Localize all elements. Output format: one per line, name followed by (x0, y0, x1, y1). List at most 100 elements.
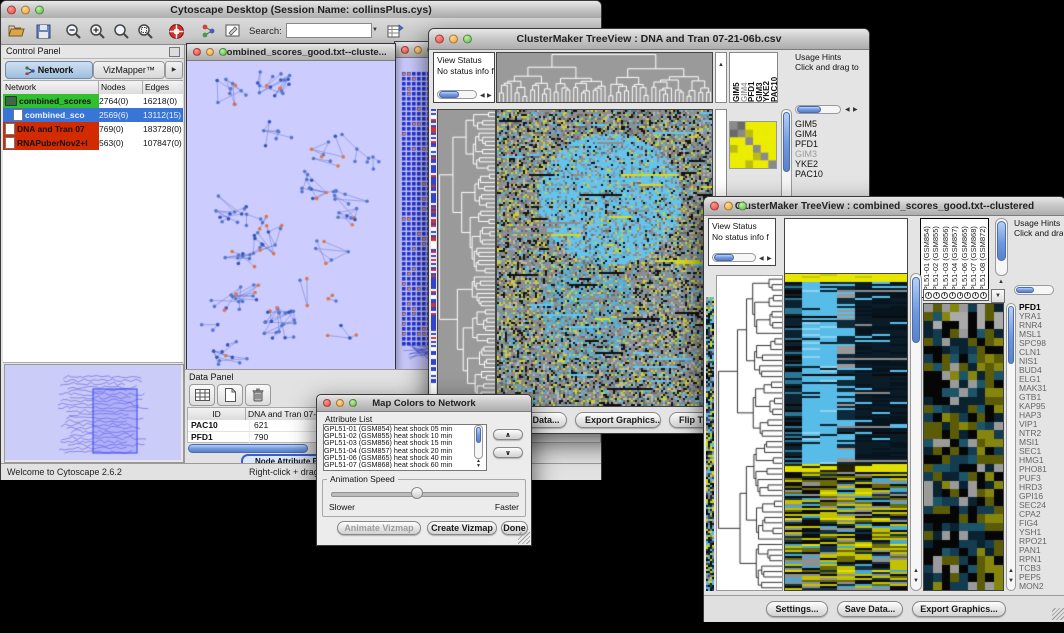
tv2-gene-item[interactable]: GPI16 (1019, 492, 1063, 501)
attribute-list-item[interactable]: GPL51-04 (GSM857) heat shock 20 min (324, 447, 486, 454)
tv2-gene-item[interactable]: YSH1 (1019, 528, 1063, 537)
tv2-gene-item[interactable]: NIS1 (1019, 357, 1063, 366)
tv2-gene-item[interactable]: PEP5 (1019, 573, 1063, 582)
tv2-gene-item[interactable]: ELG1 (1019, 375, 1063, 384)
tv2-status-scrollbar[interactable] (712, 253, 756, 262)
close-button[interactable] (193, 48, 201, 56)
tv2-gene-item[interactable]: RPO21 (1019, 537, 1063, 546)
tv2-heatmap[interactable] (784, 273, 908, 591)
close-button[interactable] (7, 5, 16, 14)
animate-vizmap-button[interactable]: Animate Vizmap (337, 521, 421, 535)
open-file-icon[interactable] (5, 21, 29, 41)
tv2-gene-item[interactable]: HMG1 (1019, 456, 1063, 465)
scroll-right-icon[interactable]: ▶ (767, 256, 772, 262)
help-lifesaver-icon[interactable] (164, 21, 188, 41)
tab-vizmapper[interactable]: VizMapper™ (93, 61, 165, 79)
network-table-row[interactable]: RNAPuberNov2+I563(0)107847(0) (3, 136, 183, 150)
data-panel-hscrollbar[interactable] (188, 444, 318, 453)
tv1-selected-submatrix[interactable] (729, 121, 777, 169)
tv2-gene-item[interactable]: FIG4 (1019, 519, 1063, 528)
column-dial-icon[interactable] (964, 292, 971, 299)
tv2-gene-scrollbar[interactable]: ▲ ▼ (1006, 303, 1016, 591)
move-up-button[interactable]: ∧ (493, 429, 523, 440)
tv2-gene-item[interactable]: GTB1 (1019, 393, 1063, 402)
tv2-zoom-heatmap[interactable] (923, 303, 1004, 591)
tv2-gene-item[interactable]: SEC24 (1019, 501, 1063, 510)
tv2-gene-item[interactable]: PFD1 (1019, 303, 1063, 312)
attribute-list[interactable]: GPL51-01 (GSM854) heat shock 05 minGPL51… (323, 424, 487, 471)
close-button[interactable] (323, 399, 331, 407)
attribute-list-item[interactable]: GPL51-07 (GSM868) heat shock 60 min (324, 461, 486, 468)
minimize-button[interactable] (336, 399, 344, 407)
scroll-up-icon[interactable]: ▲ (998, 279, 1004, 285)
tv2-gene-item[interactable]: RPN1 (1019, 555, 1063, 564)
tv1-gene-item[interactable]: PFD1 (795, 139, 865, 149)
close-button[interactable] (401, 46, 409, 54)
tv2-button-settings[interactable]: Settings... (766, 601, 828, 617)
network-overview[interactable] (4, 364, 184, 463)
tab-overflow-icon[interactable]: ▶ (165, 61, 183, 79)
zoom-button[interactable] (35, 5, 44, 14)
minimize-button[interactable] (449, 35, 458, 44)
tv2-gene-item[interactable]: TCB3 (1019, 564, 1063, 573)
tv1-gene-item[interactable]: GIM5 (795, 119, 865, 129)
tv2-column-dials[interactable] (923, 289, 989, 301)
close-button[interactable] (710, 202, 719, 211)
tv2-gene-item[interactable]: PAN1 (1019, 546, 1063, 555)
attribute-list-item[interactable]: GPL51-06 (GSM865) heat shock 40 min (324, 454, 486, 461)
zoom-in-icon[interactable] (85, 21, 109, 41)
treeview1-titlebar[interactable]: ClusterMaker TreeView : DNA and Tran 07-… (429, 29, 869, 50)
resize-grip[interactable] (1052, 608, 1064, 620)
tv1-gene-item[interactable]: PAC10 (795, 169, 865, 179)
zoom-button[interactable] (219, 48, 227, 56)
import-table-icon[interactable] (383, 21, 407, 41)
tv2-gene-item[interactable]: SPC98 (1019, 339, 1063, 348)
tv2-usage-scrollbar[interactable] (1014, 285, 1054, 295)
tv2-row-dendrogram[interactable] (716, 275, 783, 591)
attribute-list-item[interactable]: GPL51-01 (GSM854) heat shock 05 min (324, 425, 486, 432)
tv1-usage-scrollbar[interactable] (795, 105, 841, 114)
column-dial-icon[interactable] (933, 292, 940, 299)
column-dial-icon[interactable] (957, 292, 964, 299)
column-dial-icon[interactable] (949, 292, 956, 299)
main-titlebar[interactable]: Cytoscape Desktop (Session Name: collins… (1, 1, 601, 19)
move-down-button[interactable]: ∨ (493, 447, 523, 458)
column-dial-icon[interactable] (941, 292, 948, 299)
scroll-right-icon[interactable]: ▶ (853, 107, 858, 113)
float-panel-icon[interactable] (169, 47, 180, 57)
tv1-gene-item[interactable]: GIM3 (795, 149, 865, 159)
create-vizmap-button[interactable]: Create Vizmap (427, 521, 497, 535)
annotation-icon[interactable] (221, 21, 245, 41)
tv2-dial-dropdown-icon[interactable]: ▼ (991, 289, 1005, 303)
tv1-button-export-graphics[interactable]: Export Graphics... (575, 412, 661, 428)
network-table-row[interactable]: combined_scores2764(0)16218(0) (3, 94, 183, 108)
tv2-gene-item[interactable]: KAP95 (1019, 402, 1063, 411)
network-view-titlebar[interactable]: combined_scores_good.txt--cluste... (187, 44, 395, 61)
column-dial-icon[interactable] (925, 292, 932, 299)
tv2-button-save-data[interactable]: Save Data... (837, 601, 903, 617)
network-nodes-icon[interactable] (197, 21, 221, 41)
tv2-labels-scrollbar[interactable] (995, 218, 1008, 276)
tv2-gene-item[interactable]: CLN1 (1019, 348, 1063, 357)
tv2-gene-item[interactable]: MAK31 (1019, 384, 1063, 393)
tv1-heatmap[interactable] (496, 109, 713, 407)
zoom-out-icon[interactable] (61, 21, 85, 41)
zoom-button[interactable] (463, 35, 472, 44)
tv2-gene-item[interactable]: HRD3 (1019, 483, 1063, 492)
tv2-gene-item[interactable]: MSL1 (1019, 330, 1063, 339)
search-input[interactable] (286, 23, 372, 38)
tv2-gene-item[interactable]: YRA1 (1019, 312, 1063, 321)
scroll-down-icon[interactable]: ▼ (476, 464, 481, 469)
attribute-list-item[interactable]: GPL51-03 (GSM856) heat shock 15 min (324, 439, 486, 446)
attribute-list-item[interactable]: GPL51-02 (GSM855) heat shock 10 min (324, 432, 486, 439)
tv2-gene-item[interactable]: PUF3 (1019, 474, 1063, 483)
tv2-global-strip[interactable] (706, 297, 714, 591)
scroll-left-icon[interactable]: ◀ (759, 256, 764, 262)
dialog-titlebar[interactable]: Map Colors to Network (317, 395, 531, 412)
tv2-gene-item[interactable]: NTR2 (1019, 429, 1063, 438)
tv1-gene-item[interactable]: YKE2 (795, 159, 865, 169)
minimize-button[interactable] (724, 202, 733, 211)
tv1-status-scrollbar[interactable] (437, 90, 477, 99)
zoom-button[interactable] (349, 399, 357, 407)
network-table-row[interactable]: DNA and Tran 07769(0)183728(0) (3, 122, 183, 136)
